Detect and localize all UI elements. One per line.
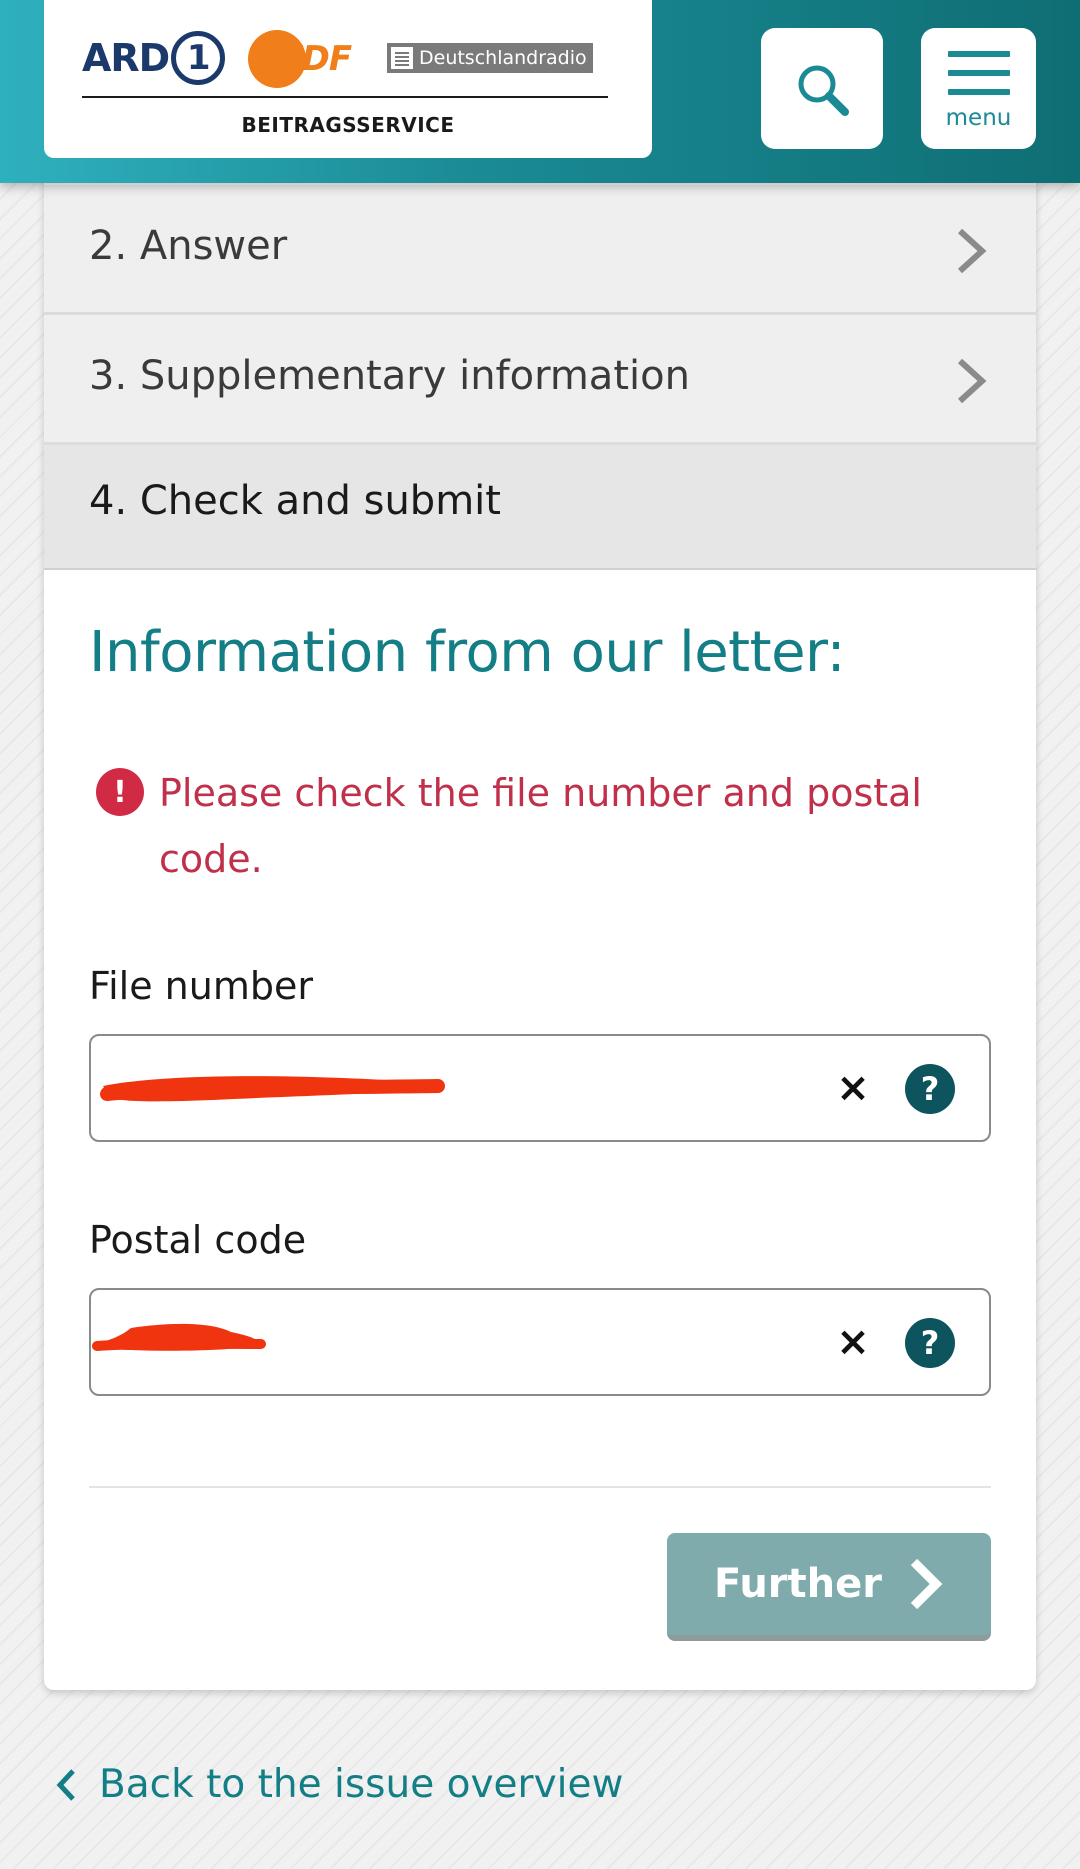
error-icon: ! <box>96 768 144 816</box>
back-to-overview-link[interactable]: Back to the issue overview <box>55 1762 623 1807</box>
step-supplementary-information[interactable]: 3. Supplementary information <box>44 315 1036 445</box>
menu-label: menu <box>945 104 1012 131</box>
clear-icon[interactable]: × <box>829 1064 877 1112</box>
section-title: Information from our letter: <box>89 620 845 685</box>
step-check-and-submit[interactable]: 4. Check and submit <box>44 445 1036 570</box>
deutschlandradio-logo: Deutschlandradio <box>387 43 593 73</box>
further-button[interactable]: Further <box>667 1533 991 1641</box>
deutschlandradio-logo-text: Deutschlandradio <box>419 47 587 69</box>
search-button[interactable] <box>761 28 883 149</box>
error-message: Please check the file number and postal … <box>159 771 922 881</box>
step-label: 2. Answer <box>89 223 288 269</box>
search-icon <box>798 65 849 116</box>
ard-logo: ARD 1 <box>82 26 226 90</box>
clear-icon[interactable]: × <box>829 1318 877 1366</box>
logo-subtitle: BEITRAGSSERVICE <box>241 113 455 137</box>
deutschlandradio-icon <box>391 47 413 69</box>
beitragsservice-logo[interactable]: ARD 1 ZDF Deutschlandradio BEITRAGSSERVI… <box>44 0 652 158</box>
step-label: 3. Supplementary information <box>89 353 690 399</box>
chevron-left-icon <box>56 1768 75 1801</box>
zdf-logo: ZDF <box>248 29 352 89</box>
help-icon[interactable]: ? <box>905 1318 955 1368</box>
help-icon[interactable]: ? <box>905 1064 955 1114</box>
ard-logo-text: ARD <box>82 36 170 80</box>
further-button-label: Further <box>714 1561 882 1607</box>
ard-one-icon: 1 <box>171 31 226 85</box>
redaction-mark <box>92 1323 266 1351</box>
back-link-label: Back to the issue overview <box>99 1762 624 1807</box>
chevron-right-icon <box>957 228 987 274</box>
chevron-right-icon <box>910 1558 943 1610</box>
site-header: ARD 1 ZDF Deutschlandradio BEITRAGSSERVI… <box>0 0 1080 183</box>
step-label: 4. Check and submit <box>89 478 501 524</box>
hamburger-icon <box>947 50 1010 95</box>
zdf-logo-text: ZDF <box>278 39 352 79</box>
menu-button[interactable]: menu <box>921 28 1036 149</box>
file-number-label: File number <box>89 964 313 1008</box>
logo-divider <box>82 96 608 98</box>
form-card: 2. Answer 3. Supplementary information 4… <box>44 150 1036 1690</box>
step-answer[interactable]: 2. Answer <box>44 185 1036 315</box>
postal-code-field: × ? <box>89 1288 991 1396</box>
divider <box>89 1486 991 1488</box>
redaction-mark <box>100 1076 445 1102</box>
postal-code-label: Postal code <box>89 1218 307 1262</box>
file-number-field: × ? <box>89 1034 991 1142</box>
chevron-right-icon <box>957 358 987 404</box>
